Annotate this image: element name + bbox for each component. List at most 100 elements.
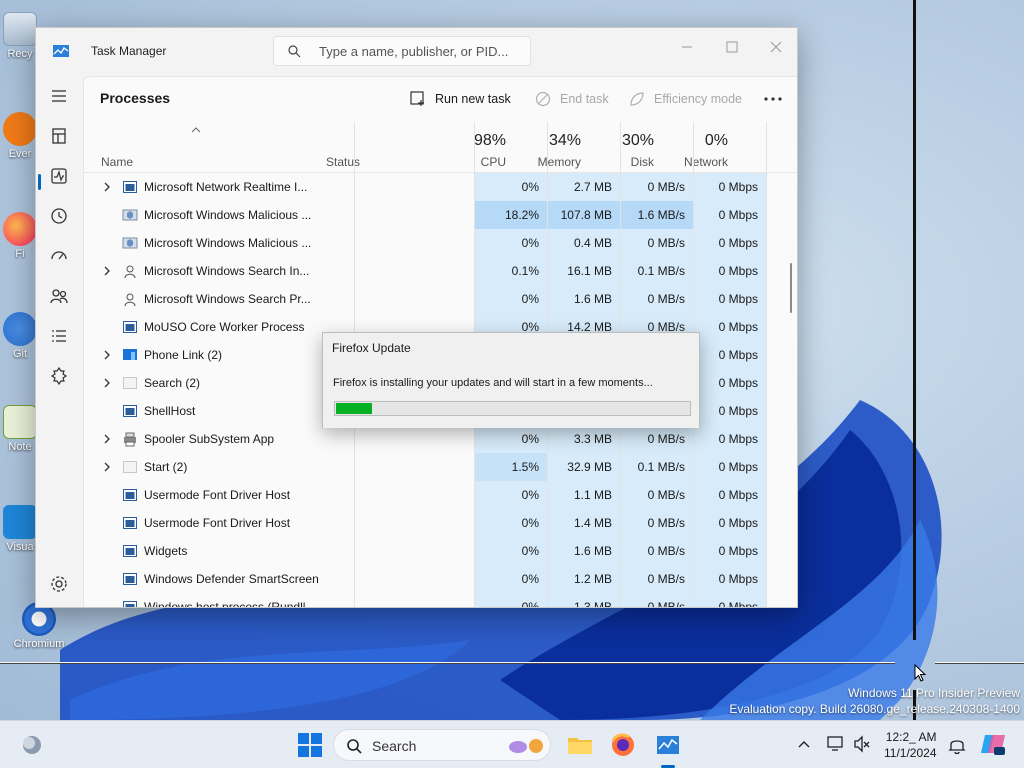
desktop-icon-chromium[interactable]: Chromium — [10, 602, 68, 650]
process-memory-value: 0.4 MB — [573, 236, 612, 250]
clock-date: 11/1/2024 — [884, 746, 937, 760]
column-cpu-header[interactable]: CPU — [436, 155, 506, 169]
performance-icon[interactable] — [47, 164, 71, 188]
services-icon[interactable] — [47, 364, 71, 388]
shield-app-icon — [122, 209, 138, 221]
everything-icon — [3, 112, 37, 146]
title-bar[interactable]: Task Manager Type a name, publisher, or … — [36, 28, 797, 76]
process-cpu-value: 0% — [521, 516, 539, 530]
copilot-icon[interactable] — [980, 731, 1006, 757]
process-cpu-value: 0% — [521, 180, 539, 194]
table-scrollbar[interactable] — [790, 263, 792, 313]
firefox-icon[interactable] — [609, 731, 637, 759]
minimize-icon[interactable] — [672, 34, 702, 60]
os-watermark: Windows 11 Pro Insider Preview Evaluatio… — [729, 685, 1020, 717]
show-hidden-icons-chevron-icon[interactable] — [798, 739, 810, 749]
process-memory-value: 1.1 MB — [573, 488, 612, 502]
users-icon[interactable] — [47, 284, 71, 308]
clock[interactable]: 12:2_ AM 11/1/2024 — [884, 729, 937, 761]
column-memory-header[interactable]: Memory — [511, 155, 581, 169]
window-app-icon — [123, 181, 137, 193]
table-row[interactable]: Spooler SubSystem App 0% 3.3 MB 0 MB/s 0 Mbp… — [84, 425, 797, 453]
process-memory-value: 1.6 MB — [573, 292, 612, 306]
widgets-weather-icon[interactable] — [18, 731, 46, 759]
expand-chevron-icon[interactable] — [102, 181, 112, 193]
table-row[interactable]: Usermode Font Driver Host 0% 1.4 MB 0 MB/s 0… — [84, 509, 797, 537]
process-memory-value: 1.6 MB — [573, 544, 612, 558]
table-row[interactable]: Microsoft Windows Malicious ... 0% 0.4 MB 0… — [84, 229, 797, 257]
taskbar: Search 12:2_ AM 11/1/2024 — [0, 720, 1024, 768]
expand-chevron-icon[interactable] — [102, 349, 112, 361]
memory-percent[interactable]: 34% — [521, 132, 581, 150]
cpu-percent[interactable]: 98% — [446, 132, 506, 150]
process-network-value: 0 Mbps — [718, 516, 758, 530]
process-network-value: 0 Mbps — [718, 208, 758, 222]
end-task-button[interactable]: End task — [535, 87, 609, 111]
start-windows-icon[interactable] — [296, 731, 324, 759]
process-name: Phone Link (2) — [144, 348, 223, 362]
column-name-header[interactable]: Name — [101, 155, 133, 169]
file-explorer-icon[interactable] — [566, 731, 594, 759]
expand-chevron-icon[interactable] — [102, 265, 112, 277]
process-network-value: 0 Mbps — [718, 404, 758, 418]
process-cpu-value: 0% — [521, 544, 539, 558]
notification-bell-icon[interactable] — [948, 735, 966, 755]
table-row[interactable]: Microsoft Windows Search In... 0.1% 16.1 M… — [84, 257, 797, 285]
expand-chevron-icon[interactable] — [102, 377, 112, 389]
mouse-cursor-icon — [914, 664, 927, 682]
task-manager-taskbar-icon[interactable] — [654, 731, 682, 759]
process-name: ShellHost — [144, 404, 196, 418]
side-navigation — [36, 76, 82, 607]
close-icon[interactable] — [761, 34, 791, 60]
table-row[interactable]: Microsoft Windows Search Pr... 0% 1.6 MB 0 … — [84, 285, 797, 313]
process-disk-value: 0 MB/s — [647, 180, 685, 194]
expand-chevron-icon[interactable] — [102, 461, 112, 473]
hamburger-menu-icon[interactable] — [47, 84, 71, 108]
more-options-icon[interactable] — [762, 87, 784, 111]
table-row[interactable]: Windows host process (Rundll... 0% 1.3 MB 0… — [84, 593, 797, 608]
startup-apps-icon[interactable] — [47, 244, 71, 268]
progress-fill — [336, 403, 372, 414]
process-name: Start (2) — [144, 460, 188, 474]
efficiency-mode-button[interactable]: Efficiency mode — [629, 87, 742, 111]
window-app-icon — [123, 321, 137, 333]
search-highlight-icon — [509, 739, 543, 753]
process-name: Microsoft Windows Search In... — [144, 264, 310, 278]
expand-chevron-icon[interactable] — [102, 433, 112, 445]
process-network-value: 0 Mbps — [718, 432, 758, 446]
volume-muted-icon[interactable] — [853, 735, 871, 753]
process-name: Microsoft Windows Malicious ... — [144, 208, 312, 222]
search-icon — [347, 739, 362, 754]
screen-divider-horizontal-right — [935, 662, 1024, 664]
table-row[interactable]: Windows Defender SmartScreen 0% 1.2 MB 0 MB… — [84, 565, 797, 593]
process-cpu-value: 0% — [521, 572, 539, 586]
process-memory-value: 16.1 MB — [567, 264, 612, 278]
maximize-icon[interactable] — [717, 34, 747, 60]
process-memory-value: 2.7 MB — [573, 180, 612, 194]
run-task-icon — [410, 91, 424, 106]
process-cpu-value: 0.1% — [511, 264, 539, 278]
process-disk-value: 0 MB/s — [647, 600, 685, 608]
app-history-icon[interactable] — [47, 204, 71, 228]
column-disk-header[interactable]: Disk — [584, 155, 654, 169]
table-row[interactable]: Microsoft Network Realtime I... 0% 2.7 MB 0… — [84, 173, 797, 201]
dialog-body: Firefox is installing your updates and w… — [323, 361, 699, 428]
screen-divider-horizontal — [0, 662, 895, 664]
table-row[interactable]: Widgets 0% 1.6 MB 0 MB/s 0 Mbps — [84, 537, 797, 565]
process-network-value: 0 Mbps — [718, 600, 758, 608]
run-new-task-button[interactable]: Run new task — [410, 87, 511, 111]
search-input[interactable]: Type a name, publisher, or PID... — [273, 36, 531, 66]
network-display-icon[interactable] — [827, 735, 847, 753]
details-icon[interactable] — [47, 324, 71, 348]
network-percent[interactable]: 0% — [668, 132, 728, 150]
settings-gear-icon[interactable] — [47, 572, 71, 596]
end-task-icon — [535, 91, 551, 107]
disk-percent[interactable]: 30% — [594, 132, 654, 150]
taskbar-search-box[interactable]: Search — [333, 729, 551, 761]
table-row[interactable]: Start (2) 1.5% 32.9 MB 0.1 MB/s 0 Mbps — [84, 453, 797, 481]
window-title: Task Manager — [91, 44, 167, 58]
processes-icon[interactable] — [47, 124, 71, 148]
process-network-value: 0 Mbps — [718, 264, 758, 278]
table-row[interactable]: Microsoft Windows Malicious ... 18.2% 107.… — [84, 201, 797, 229]
table-row[interactable]: Usermode Font Driver Host 0% 1.1 MB 0 MB/s 0… — [84, 481, 797, 509]
